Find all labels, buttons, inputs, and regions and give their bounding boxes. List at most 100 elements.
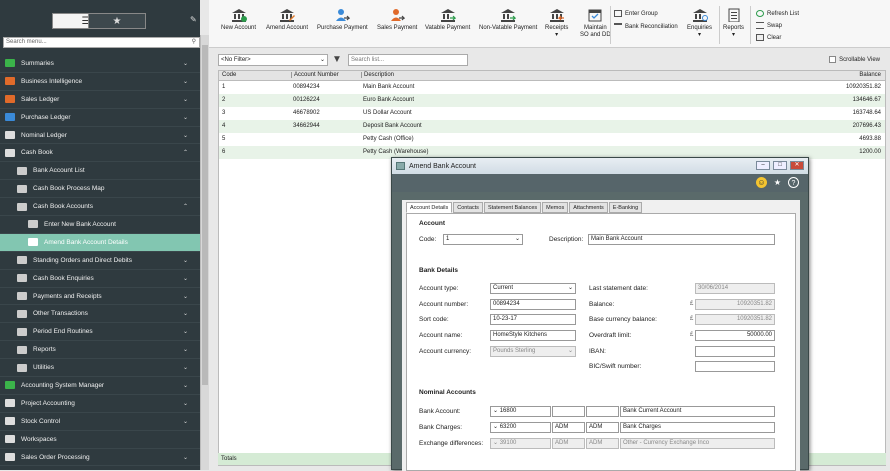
- chevron-down-icon[interactable]: ⌄: [183, 275, 188, 282]
- tab-statement-balances[interactable]: Statement Balances: [483, 202, 542, 213]
- chevron-down-icon[interactable]: ⌄: [183, 328, 188, 335]
- column-header-balance[interactable]: Balance: [859, 72, 881, 78]
- sidebar-item[interactable]: Reports ⌄: [0, 341, 200, 360]
- bank-charges-cc-field[interactable]: ADM: [552, 422, 585, 433]
- sidebar-item[interactable]: Cash Book Enquiries ⌄: [0, 270, 200, 288]
- star-icon[interactable]: ★: [772, 177, 783, 188]
- table-row[interactable]: 5 Petty Cash (Office) 4693.88: [219, 133, 885, 146]
- sidebar-item[interactable]: Other Transactions ⌄: [0, 305, 200, 324]
- funnel-icon[interactable]: ▼: [332, 54, 342, 65]
- chevron-down-icon[interactable]: ⌄: [183, 257, 188, 264]
- column-header-account-number[interactable]: Account Number: [291, 72, 339, 78]
- chevron-down-icon[interactable]: ⌄: [183, 60, 188, 67]
- sidebar-item[interactable]: Amend Bank Account Details: [0, 233, 200, 252]
- sidebar-item[interactable]: Sales Ledger ⌄: [0, 91, 200, 109]
- description-field[interactable]: Main Bank Account: [588, 234, 775, 245]
- sidebar-item[interactable]: Project Accounting ⌄: [0, 395, 200, 413]
- chevron-down-icon[interactable]: ⌄: [183, 346, 188, 353]
- sales-payment-button[interactable]: Sales Payment: [377, 8, 417, 32]
- help-icon[interactable]: ?: [788, 177, 799, 188]
- tab-attachments[interactable]: Attachments: [569, 202, 608, 213]
- table-row[interactable]: 1 00894234 Main Bank Account 10920351.82: [219, 81, 885, 94]
- vatable-payment-button[interactable]: Vatable Payment: [425, 8, 470, 32]
- sort-code-field[interactable]: 10-23-17: [490, 314, 576, 325]
- account-type-dropdown[interactable]: Current ⌄: [490, 283, 576, 294]
- pin-icon[interactable]: ✎: [190, 15, 197, 24]
- refresh-list-button[interactable]: Refresh List: [756, 10, 799, 17]
- scrollable-view-checkbox[interactable]: Scrollable View: [829, 56, 880, 63]
- tab-account-details[interactable]: Account Details: [406, 202, 453, 213]
- chevron-down-icon[interactable]: ⌄: [183, 78, 188, 85]
- bank-account-dept-field[interactable]: [586, 406, 619, 417]
- tab-contacts[interactable]: Contacts: [453, 202, 483, 213]
- non-vatable-payment-button[interactable]: Non-Vatable Payment: [479, 8, 537, 32]
- enter-group-button[interactable]: Enter Group: [614, 10, 658, 17]
- chevron-down-icon[interactable]: ⌄: [183, 96, 188, 103]
- sidebar-item[interactable]: Nominal Ledger ⌄: [0, 127, 200, 145]
- table-row[interactable]: 2 00126224 Euro Bank Account 134646.67: [219, 94, 885, 107]
- search-list-input[interactable]: Search list...: [348, 54, 468, 66]
- chevron-down-icon[interactable]: ⌄: [183, 293, 188, 300]
- chevron-up-icon[interactable]: ⌃: [183, 149, 188, 156]
- swap-button[interactable]: Swap: [756, 22, 782, 29]
- chevron-down-icon[interactable]: ⌄: [183, 364, 188, 371]
- sidebar-item[interactable]: Purchase Ledger ⌄: [0, 109, 200, 127]
- amend-account-button[interactable]: Amend Account: [266, 8, 308, 32]
- tab-memos[interactable]: Memos: [542, 202, 569, 213]
- search-menu-input[interactable]: Search menu... ⚲: [3, 37, 200, 48]
- sidebar-item[interactable]: Accounting System Manager ⌄: [0, 377, 200, 395]
- sidebar-item[interactable]: Workspaces: [0, 431, 200, 449]
- bank-account-code-field[interactable]: ⌄ 16800: [490, 406, 551, 417]
- column-header-description[interactable]: Description: [361, 72, 394, 78]
- overdraft-field[interactable]: 50000.00: [695, 330, 775, 341]
- chevron-down-icon[interactable]: ⌄: [183, 382, 188, 389]
- iban-field[interactable]: [695, 346, 775, 357]
- chevron-down-icon[interactable]: ⌄: [183, 400, 188, 407]
- chevron-down-icon[interactable]: ⌄: [183, 418, 188, 425]
- sidebar-scrollbar[interactable]: [200, 35, 209, 470]
- bank-charges-dept-field[interactable]: ADM: [586, 422, 619, 433]
- sidebar-item[interactable]: Cash Book ⌃: [0, 144, 200, 163]
- bic-field[interactable]: [695, 361, 775, 372]
- new-account-button[interactable]: New Account: [221, 8, 256, 32]
- sidebar-item[interactable]: Cash Book Process Map: [0, 180, 200, 199]
- chevron-down-icon[interactable]: ⌄: [183, 132, 188, 139]
- smiley-icon[interactable]: ☺: [756, 177, 767, 188]
- chevron-down-icon[interactable]: ⌄: [183, 454, 188, 461]
- sidebar-item[interactable]: Cash Book Accounts ⌃: [0, 198, 200, 217]
- column-header-code[interactable]: Code: [222, 72, 236, 78]
- table-row[interactable]: 4 34662944 Deposit Bank Account 207696.43: [219, 120, 885, 133]
- account-name-field[interactable]: HomeStyle Kitchens: [490, 330, 576, 341]
- chevron-up-icon[interactable]: ⌃: [183, 203, 188, 210]
- table-row[interactable]: 3 46678902 US Dollar Account 163748.64: [219, 107, 885, 120]
- sidebar-item[interactable]: Payments and Receipts ⌄: [0, 288, 200, 306]
- code-dropdown[interactable]: 1 ⌄: [443, 234, 523, 245]
- maximize-button[interactable]: □: [773, 161, 787, 170]
- filter-dropdown[interactable]: <No Filter> ⌄: [218, 54, 328, 66]
- maintain-so-dd-button[interactable]: Maintain SO and DD: [580, 8, 611, 39]
- minimize-button[interactable]: –: [756, 161, 770, 170]
- favourites-tab[interactable]: ★: [88, 13, 146, 29]
- sidebar-item[interactable]: Stock Control ⌄: [0, 413, 200, 431]
- sidebar-item[interactable]: Standing Orders and Direct Debits ⌄: [0, 252, 200, 270]
- sidebar-item[interactable]: Summaries ⌄: [0, 55, 200, 73]
- close-button[interactable]: ✕: [790, 161, 804, 170]
- reports-button[interactable]: Reports ▾: [723, 8, 744, 39]
- tab-e-banking[interactable]: E-Banking: [608, 202, 643, 213]
- bank-reconciliation-button[interactable]: Bank Reconciliation: [614, 23, 678, 30]
- sidebar-item[interactable]: Enter New Bank Account: [0, 216, 200, 234]
- sidebar-item[interactable]: Utilities ⌄: [0, 359, 200, 378]
- enquiries-button[interactable]: Enquiries ▾: [687, 8, 712, 39]
- receipts-button[interactable]: Receipts ▾: [545, 8, 568, 39]
- search-icon[interactable]: ⚲: [192, 38, 196, 47]
- account-number-field[interactable]: 00894234: [490, 299, 576, 310]
- bank-charges-code-field[interactable]: ⌄ 63200: [490, 422, 551, 433]
- sidebar-item[interactable]: Business Intelligence ⌄: [0, 73, 200, 91]
- scrollbar-thumb[interactable]: [202, 45, 208, 385]
- dialog-titlebar[interactable]: Amend Bank Account – □ ✕: [392, 158, 808, 174]
- sidebar-item[interactable]: Bank Account List: [0, 162, 200, 181]
- chevron-down-icon[interactable]: ⌄: [183, 114, 188, 121]
- chevron-down-icon[interactable]: ⌄: [183, 310, 188, 317]
- bank-account-cc-field[interactable]: [552, 406, 585, 417]
- sidebar-item[interactable]: Sales Order Processing ⌄: [0, 449, 200, 467]
